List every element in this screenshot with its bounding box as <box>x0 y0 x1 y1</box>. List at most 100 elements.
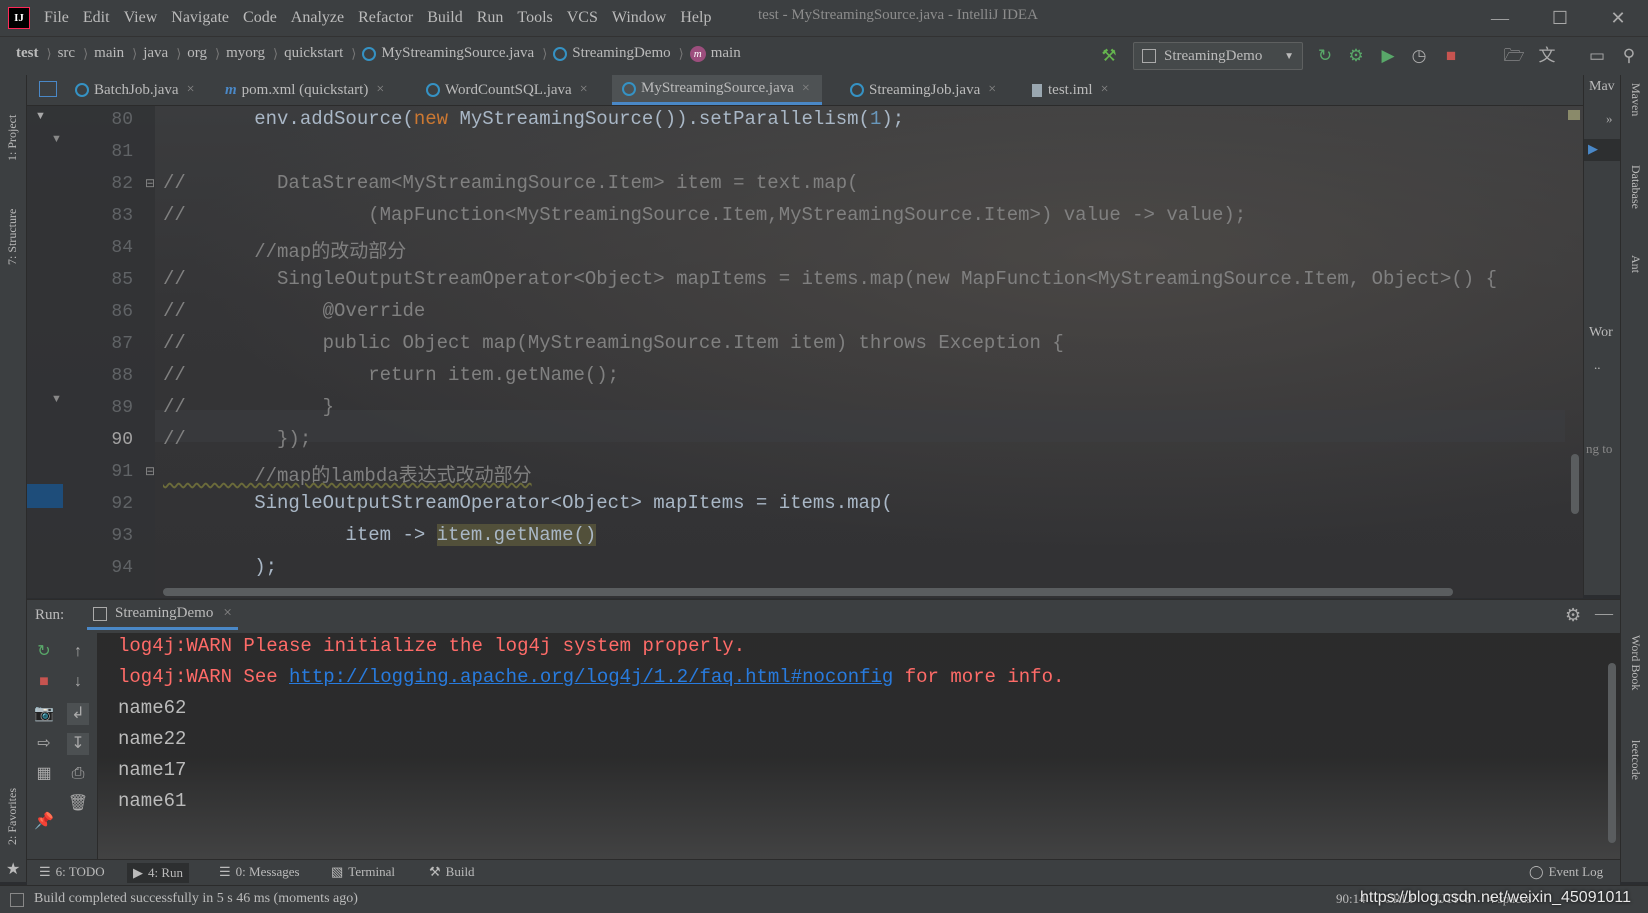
trash-icon[interactable]: 🗑 <box>67 793 89 815</box>
project-tool-button[interactable]: 1: Project <box>5 81 20 161</box>
todo-tool-button[interactable]: ☰ 6: TODO <box>39 864 105 880</box>
breadcrumb-main[interactable]: main <box>94 45 124 62</box>
close-tab-icon[interactable]: × <box>376 82 384 98</box>
menu-code[interactable]: Code <box>243 9 277 27</box>
breadcrumb-org[interactable]: org <box>187 45 207 62</box>
event-log-button[interactable]: ◯ Event Log <box>1529 864 1603 880</box>
search-icon[interactable]: ⚲ <box>1618 45 1640 67</box>
vertical-scrollbar[interactable] <box>1571 454 1579 514</box>
camera-icon[interactable]: 📷 <box>33 703 55 725</box>
inspection-status-icon[interactable] <box>1568 110 1580 120</box>
close-tab-icon[interactable]: × <box>223 605 231 622</box>
close-tab-icon[interactable]: × <box>187 82 195 98</box>
menu-help[interactable]: Help <box>680 9 711 27</box>
breadcrumb-method[interactable]: m main <box>689 45 741 62</box>
translate-icon[interactable]: 文 <box>1536 45 1558 67</box>
soft-wrap-icon[interactable]: ↲ <box>67 703 89 725</box>
menu-vcs[interactable]: VCS <box>567 9 598 27</box>
layout-icon[interactable]: ▦ <box>33 763 55 785</box>
menu-view[interactable]: View <box>124 9 158 27</box>
menu-navigate[interactable]: Navigate <box>171 9 229 27</box>
hammer-build-icon[interactable]: ⚒ <box>1098 45 1120 67</box>
arrow-up-icon[interactable]: ↑ <box>67 641 89 663</box>
code-editor[interactable]: 80 81 82 83 84 85 86 87 88 89 90 91 92 9… <box>27 106 1610 598</box>
menu-refactor[interactable]: Refactor <box>358 9 413 27</box>
rerun-icon[interactable]: ↻ <box>1314 45 1336 67</box>
menu-file[interactable]: File <box>44 9 69 27</box>
terminal-tool-button[interactable]: ▧ Terminal <box>331 864 395 880</box>
exit-icon[interactable]: ⇨ <box>33 733 55 755</box>
presentation-icon[interactable]: ▭ <box>1586 45 1608 67</box>
menu-window[interactable]: Window <box>612 9 666 27</box>
ellipsis-icon[interactable]: .. <box>1594 357 1601 373</box>
rerun-icon[interactable]: ↻ <box>33 641 55 663</box>
breadcrumb-quickstart[interactable]: quickstart <box>284 45 343 62</box>
close-tab-icon[interactable]: × <box>802 81 810 97</box>
coverage-icon[interactable]: ▶ <box>1377 45 1399 67</box>
close-tab-icon[interactable]: × <box>580 82 588 98</box>
console-link[interactable]: http://logging.apache.org/log4j/1.2/faq.… <box>289 666 893 688</box>
fold-marker-icon[interactable]: ⊟ <box>145 464 155 479</box>
run-console[interactable]: log4j:WARN Please initialize the log4j s… <box>98 633 1620 859</box>
run-tool-button[interactable]: ▶ 4: Run <box>127 863 190 883</box>
tab-wordcountsql[interactable]: WordCountSQL.java × <box>426 75 588 105</box>
fold-marker-icon[interactable]: ⊟ <box>145 176 155 191</box>
maximize-icon[interactable]: ☐ <box>1548 6 1572 30</box>
favorites-tool-button[interactable]: 2: Favorites <box>5 755 20 845</box>
code-line-87: // public Object map(MyStreamingSource.I… <box>163 332 1064 354</box>
tab-pom[interactable]: m pom.xml (quickstart) × <box>225 75 384 105</box>
menu-build[interactable]: Build <box>427 9 463 27</box>
debug-bug-icon[interactable]: ⚙ <box>1345 45 1367 67</box>
intellij-logo-icon: IJ <box>8 7 30 29</box>
chevron-double-right-icon[interactable]: » <box>1606 111 1613 127</box>
tab-batchjob[interactable]: BatchJob.java × <box>75 75 194 105</box>
arrow-down-icon[interactable]: ↓ <box>67 671 89 693</box>
print-icon[interactable]: ⎙ <box>67 763 89 785</box>
pin-icon[interactable]: 📌 <box>33 811 55 833</box>
tab-streamingjob[interactable]: StreamingJob.java × <box>850 75 996 105</box>
horizontal-scrollbar[interactable] <box>163 588 1453 596</box>
fold-icon[interactable]: ▼ <box>51 133 62 145</box>
run-config-select[interactable]: StreamingDemo ▼ <box>1133 42 1303 70</box>
console-scrollbar[interactable] <box>1608 663 1616 843</box>
maven-tool-button[interactable]: Maven <box>1628 83 1643 116</box>
breadcrumb-myorg[interactable]: myorg <box>226 45 265 62</box>
run-tab-streamingdemo[interactable]: StreamingDemo × <box>87 600 238 630</box>
leetcode-tool-button[interactable]: leetcode <box>1628 740 1643 780</box>
menu-tools[interactable]: Tools <box>517 9 552 27</box>
ant-tool-button[interactable]: Ant <box>1628 255 1643 273</box>
build-tool-button[interactable]: ⚒ Build <box>429 864 475 880</box>
menu-run[interactable]: Run <box>477 9 504 27</box>
database-tool-button[interactable]: Database <box>1628 165 1643 209</box>
tab-label: StreamingJob.java <box>869 81 981 98</box>
tab-test-iml[interactable]: test.iml × <box>1032 75 1109 105</box>
tab-mystreamingsource[interactable]: MyStreamingSource.java × <box>612 75 822 105</box>
breadcrumb-java[interactable]: java <box>143 45 168 62</box>
structure-tool-button[interactable]: 7: Structure <box>5 175 20 265</box>
profile-icon[interactable]: ◷ <box>1408 45 1430 67</box>
project-pane-icon[interactable] <box>39 81 57 97</box>
hide-panel-icon[interactable]: — <box>1595 603 1613 624</box>
messages-tool-button[interactable]: ☰ 0: Messages <box>219 864 300 880</box>
close-tab-icon[interactable]: × <box>988 82 996 98</box>
breadcrumb-project[interactable]: test <box>16 45 39 62</box>
breadcrumb-class[interactable]: StreamingDemo <box>553 45 671 62</box>
menu-edit[interactable]: Edit <box>83 9 110 27</box>
collapse-arrow-icon[interactable]: ▼ <box>35 110 46 122</box>
minimize-icon[interactable]: — <box>1488 6 1512 30</box>
wordbook-tool-button[interactable]: Word Book <box>1628 635 1643 690</box>
stop-icon[interactable]: ■ <box>1440 45 1462 67</box>
close-tab-icon[interactable]: × <box>1101 82 1109 98</box>
breadcrumb-file[interactable]: MyStreamingSource.java <box>362 45 534 62</box>
run-maven-icon[interactable]: ▶ <box>1588 141 1598 157</box>
gear-icon[interactable]: ⚙ <box>1565 605 1581 626</box>
toggle-tool-windows-icon[interactable] <box>10 893 24 907</box>
fold-icon[interactable]: ▼ <box>51 393 62 405</box>
project-structure-icon[interactable]: 🗁 <box>1503 45 1525 67</box>
scroll-to-end-icon[interactable]: ↧ <box>67 733 89 755</box>
breadcrumb-src[interactable]: src <box>58 45 76 62</box>
stop-icon[interactable]: ■ <box>33 671 55 693</box>
close-icon[interactable]: ✕ <box>1606 6 1630 30</box>
code-line-85: // SingleOutputStreamOperator<Object> ma… <box>163 268 1498 290</box>
menu-analyze[interactable]: Analyze <box>291 9 344 27</box>
